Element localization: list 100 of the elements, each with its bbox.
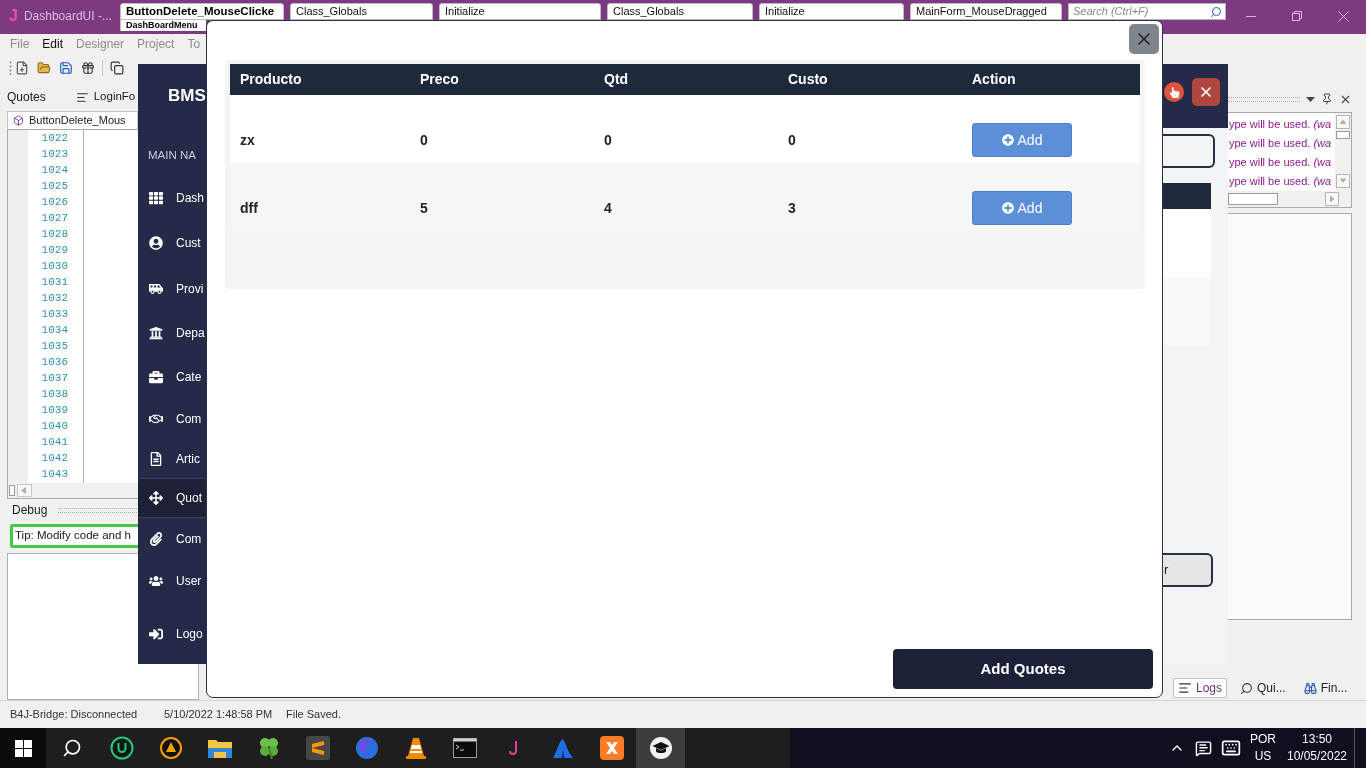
line-number: 1038 — [41, 387, 68, 402]
search-field[interactable]: Search (Ctrl+F) — [1068, 3, 1226, 20]
editor-tab[interactable]: MainForm_MouseDragged — [910, 3, 1062, 20]
panel-grip[interactable] — [1228, 96, 1300, 102]
panel-tab[interactable]: Fin... — [1298, 678, 1353, 698]
nav-item[interactable]: Provi — [138, 266, 206, 311]
nav-item[interactable]: Com — [138, 518, 206, 559]
bank-icon — [149, 326, 163, 340]
line-number: 1034 — [41, 323, 68, 338]
nav-item[interactable]: Depa — [138, 311, 206, 355]
nav-item[interactable]: Quot — [138, 478, 206, 518]
restore-icon — [1292, 11, 1302, 21]
start-button[interactable] — [0, 728, 46, 768]
line-number: 1022 — [41, 131, 68, 146]
close-icon — [1198, 84, 1214, 100]
horizontal-scrollbar[interactable] — [8, 483, 138, 498]
triangle-circle-icon — [159, 737, 182, 759]
app-logo: J — [9, 8, 18, 24]
editor-tab[interactable]: Initialize — [759, 3, 904, 20]
close-button[interactable] — [1192, 78, 1220, 106]
log-line: ype will be used. (wa — [1229, 136, 1332, 151]
input-language-button[interactable]: POR US — [1246, 728, 1280, 768]
gift-icon[interactable] — [81, 61, 95, 75]
column-header: Custo — [788, 70, 828, 89]
table-cell-text: 0 — [788, 130, 796, 150]
menu-item[interactable]: Edit — [42, 35, 64, 53]
line-number: 1043 — [41, 467, 68, 482]
search-input[interactable]: Search (Ctrl+F) — [1073, 4, 1208, 19]
code-tab[interactable]: ButtonDelete_Mous — [7, 111, 138, 129]
table-cell-text: zx — [240, 130, 255, 150]
nav-item[interactable]: User — [138, 559, 206, 603]
input-field[interactable] — [1163, 134, 1215, 168]
line-number: 1036 — [41, 355, 68, 370]
taskbar-app[interactable] — [636, 728, 685, 768]
window-title: DashboardUI -... — [23, 8, 112, 25]
line-number: 1042 — [41, 451, 68, 466]
editor-tab[interactable]: ButtonDelete_MouseClicke — [120, 3, 284, 20]
table-cell-text: dff — [240, 198, 258, 218]
column-header: Qtd — [604, 70, 629, 89]
line-number: 1029 — [41, 243, 68, 258]
arrow-into-box-icon — [149, 626, 163, 641]
crescent-circle-icon — [354, 736, 379, 760]
panel-title: Debug — [12, 502, 48, 519]
keyboard-icon — [1221, 738, 1241, 758]
handshake-icon — [149, 412, 163, 426]
copy-icon[interactable] — [110, 61, 124, 75]
nav-item[interactable]: Com — [138, 399, 206, 439]
tab-subtitle: DashBoardMenu — [126, 20, 198, 30]
line-number: 1031 — [41, 275, 68, 290]
binoculars-icon — [1303, 681, 1317, 695]
lines-icon — [75, 90, 89, 104]
line-number: 1032 — [41, 291, 68, 306]
add-quotes-button[interactable]: Add Quotes — [893, 649, 1153, 689]
line-number: 1035 — [41, 339, 68, 354]
tent-icon — [550, 737, 575, 759]
folder-icon[interactable] — [37, 61, 51, 75]
panel-title: Quotes — [7, 89, 46, 106]
notification-icon — [1194, 739, 1212, 757]
caret-down-icon[interactable] — [1306, 96, 1315, 102]
move-arrows-icon — [149, 491, 163, 505]
close-button[interactable] — [1129, 24, 1159, 54]
log-line: ype will be used. (wa — [1229, 174, 1332, 189]
clock[interactable]: 13:50 10/05/2022 — [1280, 728, 1354, 768]
pin-icon[interactable] — [1321, 93, 1333, 105]
grip-icon[interactable] — [9, 61, 12, 75]
nav-item[interactable]: Dash — [138, 176, 206, 220]
column-header: Action — [972, 70, 1016, 89]
paperclip-icon — [149, 531, 163, 546]
line-number: 1023 — [41, 147, 68, 162]
table-cell-text: 4 — [604, 198, 612, 218]
circle-u-icon — [109, 736, 134, 760]
table-cell-text: 0 — [420, 130, 428, 150]
tip-banner: Tip: Modify code and h — [10, 524, 138, 548]
line-number: 1033 — [41, 307, 68, 322]
nav-item[interactable]: Artic — [138, 439, 206, 478]
panel-tab[interactable]: LoginFo — [75, 88, 136, 106]
nav-item[interactable]: Cate — [138, 355, 206, 399]
nav-item[interactable]: Logo — [138, 603, 206, 664]
panel-tab[interactable]: Logs — [1173, 678, 1228, 698]
vertical-scrollbar[interactable] — [1335, 113, 1351, 191]
editor-tab[interactable]: Class_Globals — [607, 3, 753, 20]
line-number: 1027 — [41, 211, 68, 226]
file-plus-icon[interactable] — [15, 61, 29, 75]
panel-tab[interactable]: Qui... — [1235, 678, 1291, 698]
line-number: 1026 — [41, 195, 68, 210]
save-icon[interactable] — [59, 61, 73, 75]
panel-grip[interactable] — [58, 507, 138, 513]
table-header-bar — [1163, 183, 1211, 209]
line-number: 1030 — [41, 259, 68, 274]
editor-tab[interactable]: Class_Globals — [290, 3, 433, 20]
slanted-bars-icon — [305, 736, 330, 760]
line-number: 1024 — [41, 163, 68, 178]
outlined-button[interactable]: r — [1163, 553, 1213, 587]
brand-title: BMS — [168, 85, 206, 108]
editor-tab[interactable]: Initialize — [439, 3, 601, 20]
nav-item[interactable]: Cust — [138, 220, 206, 266]
lines-icon — [1178, 681, 1192, 695]
document-icon — [149, 451, 163, 466]
start-icon — [14, 739, 32, 757]
hand-pointer-icon[interactable] — [1164, 82, 1184, 102]
